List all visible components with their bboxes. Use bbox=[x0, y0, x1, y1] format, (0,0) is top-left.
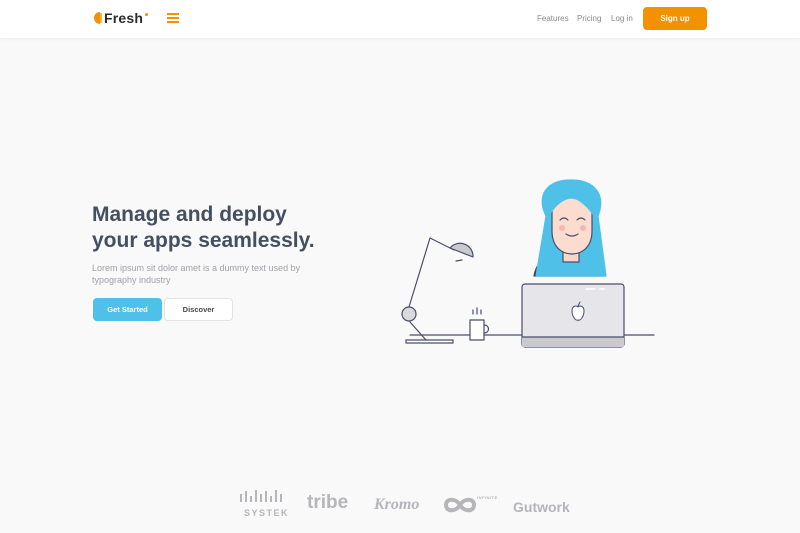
nav-link-login[interactable]: Log in bbox=[611, 14, 633, 23]
nav-link-pricing[interactable]: Pricing bbox=[577, 14, 601, 23]
person-illustration bbox=[533, 179, 607, 277]
signup-button[interactable]: Sign up bbox=[643, 7, 707, 30]
get-started-button[interactable]: Get Started bbox=[93, 298, 162, 321]
brand-name: Fresh bbox=[104, 10, 144, 26]
brand-kromo: Kromo bbox=[374, 496, 420, 513]
discover-button[interactable]: Discover bbox=[164, 298, 233, 321]
brand-infinite: INFINITE bbox=[443, 495, 497, 520]
nav-link-features[interactable]: Features bbox=[537, 14, 569, 23]
brand-gutwork: Gutwork bbox=[513, 499, 570, 515]
brand-systek-label: SYSTEK bbox=[244, 508, 290, 518]
systek-bars-icon bbox=[240, 490, 282, 502]
hero-title: Manage and deploy your apps seamlessly. bbox=[92, 202, 352, 254]
desk-lamp-icon bbox=[401, 237, 474, 344]
hero-subtitle: Lorem ipsum sit dolor amet is a dummy te… bbox=[92, 263, 301, 285]
brand-tribe: tribe bbox=[307, 492, 349, 513]
hero-title-line-1: Manage and deploy bbox=[92, 203, 287, 226]
top-navbar: Fresh Features Pricing Log in Sign up bbox=[0, 0, 800, 38]
logo-mark-icon bbox=[94, 12, 102, 24]
hero-title-line-2: your apps seamlessly. bbox=[92, 229, 315, 252]
partner-logos: SYSTEK tribe Kromo INFINITE Gutwork bbox=[0, 488, 800, 520]
brand-systek: SYSTEK bbox=[238, 488, 289, 518]
brand-dot bbox=[145, 12, 149, 16]
hero-illustration bbox=[401, 179, 655, 348]
brand-logo[interactable]: Fresh bbox=[92, 9, 149, 27]
brand-infinite-label: INFINITE bbox=[477, 495, 498, 500]
hamburger-menu-icon[interactable] bbox=[167, 13, 179, 23]
